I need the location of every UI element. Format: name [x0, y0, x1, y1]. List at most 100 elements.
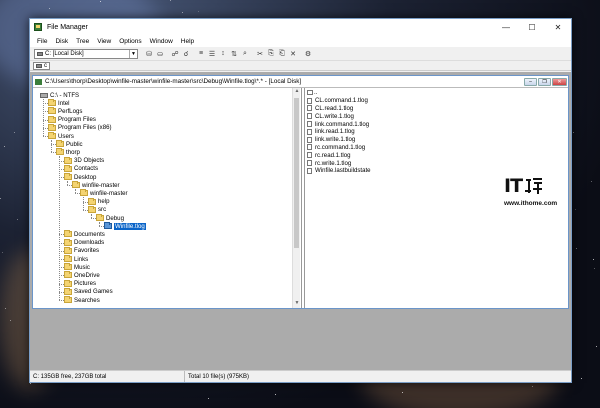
- drive-select[interactable]: C: [Local Disk] ▼: [34, 48, 138, 59]
- drive-icon: [40, 92, 48, 98]
- list-item[interactable]: CL.command.1.tlog: [307, 97, 566, 105]
- drive-c-button[interactable]: c: [33, 61, 50, 70]
- file-name: link.read.1.tlog: [315, 128, 355, 136]
- tree-item[interactable]: Music: [64, 263, 90, 271]
- tree-scrollbar[interactable]: ▲ ▼: [292, 88, 300, 308]
- tree-item[interactable]: Desktop: [64, 173, 96, 181]
- file-icon: [307, 97, 312, 104]
- sort-name-icon[interactable]: ↕: [218, 49, 228, 59]
- minimize-button[interactable]: —: [493, 19, 519, 35]
- tree-item-label: Searches: [74, 296, 100, 304]
- tree-item[interactable]: 3D Objects: [64, 156, 104, 165]
- tree-root[interactable]: C:\ - NTFS: [40, 91, 79, 99]
- tree-item[interactable]: Winfile.tlog: [104, 222, 146, 230]
- list-item[interactable]: rc.command.1.tlog: [307, 144, 566, 152]
- tree-item[interactable]: thorp: [56, 148, 80, 156]
- maximize-button[interactable]: ☐: [519, 19, 545, 35]
- paste-icon[interactable]: ⎗: [277, 49, 287, 59]
- tree-item[interactable]: Searches: [64, 296, 100, 304]
- menu-window[interactable]: Window: [146, 38, 177, 45]
- tree-item[interactable]: Intel: [48, 99, 70, 107]
- tree-item[interactable]: OneDrive: [64, 271, 100, 279]
- tree-item-label: PerfLogs: [58, 107, 83, 115]
- tree-item[interactable]: Program Files: [48, 115, 96, 124]
- tree-item[interactable]: Users: [48, 132, 74, 140]
- properties-icon[interactable]: ⚙: [303, 49, 313, 59]
- child-minimize-button[interactable]: –: [524, 77, 537, 86]
- tree-item-label: help: [98, 198, 110, 206]
- stop-share-icon[interactable]: ☌: [181, 49, 191, 59]
- menu-options[interactable]: Options: [115, 38, 145, 45]
- tree-item[interactable]: help: [88, 197, 110, 206]
- list-item[interactable]: rc.read.1.tlog: [307, 151, 566, 159]
- tree-item-label: winfile-master: [90, 189, 128, 197]
- folder-icon: [72, 181, 80, 189]
- tree-item[interactable]: winfile-master: [80, 189, 128, 197]
- scrollbar-thumb[interactable]: [294, 98, 299, 248]
- chevron-down-icon[interactable]: ▼: [129, 49, 137, 58]
- scroll-up-icon[interactable]: ▲: [293, 88, 301, 96]
- tree-item[interactable]: src: [88, 205, 106, 214]
- star: [182, 12, 183, 13]
- tree-item[interactable]: Documents: [64, 230, 105, 238]
- list-item[interactable]: link.read.1.tlog: [307, 128, 566, 136]
- search-icon[interactable]: ⌕: [240, 49, 250, 59]
- tree-item-label: Music: [74, 263, 90, 271]
- tree-item[interactable]: Favorites: [64, 246, 99, 255]
- view-name-icon[interactable]: ≡: [196, 49, 206, 59]
- tree-item[interactable]: Public: [56, 140, 83, 148]
- view-details-icon[interactable]: ☰: [207, 49, 217, 59]
- tree-item-label: Desktop: [74, 173, 97, 181]
- ithome-watermark: IT www.ithome.com: [504, 175, 566, 207]
- close-button[interactable]: ✕: [545, 19, 571, 35]
- tree-item[interactable]: Saved Games: [64, 287, 113, 296]
- tree-item[interactable]: Program Files (x86): [48, 123, 112, 132]
- list-item[interactable]: rc.write.1.tlog: [307, 159, 566, 167]
- menu-tree[interactable]: Tree: [72, 38, 93, 45]
- tree-connector: [59, 156, 60, 300]
- tree-item[interactable]: Debug: [96, 214, 124, 222]
- tree-item-label: winfile-master: [82, 181, 120, 189]
- menu-file[interactable]: File: [33, 38, 51, 45]
- delete-icon[interactable]: ✕: [288, 49, 298, 59]
- folder-icon: [64, 230, 72, 238]
- cut-icon[interactable]: ✂: [255, 49, 265, 59]
- folder-icon: [88, 197, 96, 205]
- file-icon: [307, 152, 312, 159]
- tree-connector: [83, 197, 84, 210]
- copy-icon[interactable]: ⎘: [266, 49, 276, 59]
- list-item[interactable]: link.command.1.tlog: [307, 120, 566, 128]
- menu-help[interactable]: Help: [177, 38, 198, 45]
- tree-item[interactable]: Pictures: [64, 279, 96, 288]
- list-item[interactable]: CL.write.1.tlog: [307, 112, 566, 120]
- child-close-button[interactable]: ✕: [552, 77, 567, 86]
- connect-drive-icon[interactable]: ⛁: [144, 49, 154, 59]
- star: [4, 146, 5, 147]
- folder-icon: [64, 255, 72, 262]
- drive-bar: c: [30, 61, 571, 71]
- file-count-status: Total 10 file(s) (975KB): [188, 373, 250, 380]
- folder-icon: [80, 189, 88, 197]
- menu-disk[interactable]: Disk: [51, 38, 72, 45]
- mdi-client-area: C:\Users\thorp\Desktop\winfile-master\wi…: [30, 72, 571, 370]
- tree-item-label: C:\ - NTFS: [50, 91, 80, 99]
- share-icon[interactable]: ☍: [170, 49, 180, 59]
- scroll-down-icon[interactable]: ▼: [293, 300, 301, 308]
- tree-item[interactable]: winfile-master: [72, 181, 120, 189]
- tree-item[interactable]: PerfLogs: [48, 107, 82, 115]
- list-item-updir[interactable]: ..: [307, 89, 566, 97]
- list-item[interactable]: Winfile.lastbuildstate: [307, 167, 566, 175]
- status-bar: C: 135GB free, 237GB total Total 10 file…: [30, 370, 571, 382]
- disconnect-drive-icon[interactable]: ⛀: [155, 49, 165, 59]
- child-restore-button[interactable]: ❐: [538, 77, 551, 86]
- menu-view[interactable]: View: [93, 38, 115, 45]
- watermark-logo-text: IT: [504, 175, 523, 197]
- sort-type-icon[interactable]: ⇅: [229, 49, 239, 59]
- tree-item[interactable]: Links: [64, 255, 88, 263]
- tree-item[interactable]: Contacts: [64, 164, 98, 173]
- list-item[interactable]: link.write.1.tlog: [307, 136, 566, 144]
- window-title: File Manager: [47, 23, 88, 31]
- tree-item[interactable]: Downloads: [64, 238, 104, 247]
- list-item[interactable]: CL.read.1.tlog: [307, 105, 566, 113]
- file-name: rc.write.1.tlog: [315, 159, 352, 167]
